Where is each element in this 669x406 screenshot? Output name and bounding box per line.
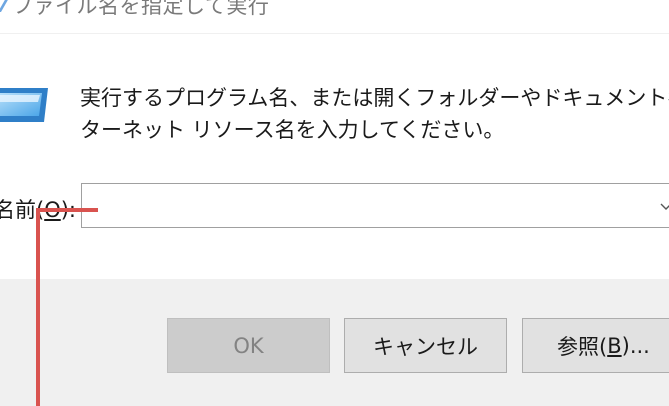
instruction-text: 実行するプログラム名、または開くフォルダーやドキュメント名、イン ターネット リ… [80, 82, 669, 146]
run-app-icon [0, 0, 10, 14]
run-dialog: ファイル名を指定して実行 実行するプログラム名、または開くフォルダーやドキュメン… [0, 0, 669, 406]
chevron-down-icon[interactable] [658, 198, 669, 214]
annotation-line-horizontal [36, 208, 98, 212]
browse-label-suffix: )... [621, 333, 650, 358]
browse-button[interactable]: 参照(B)... [522, 318, 669, 373]
ok-button[interactable]: OK [167, 318, 330, 373]
run-program-icon [0, 82, 52, 126]
instruction-line-2: ターネット リソース名を入力してください。 [80, 118, 505, 142]
name-input[interactable] [90, 184, 650, 227]
name-combobox[interactable] [81, 183, 669, 228]
title-bar: ファイル名を指定して実行 [0, 0, 669, 22]
window-title: ファイル名を指定して実行 [12, 0, 270, 18]
browse-label-accelerator: B [607, 333, 622, 358]
instruction-line-1: 実行するプログラム名、または開くフォルダーやドキュメント名、イン [80, 86, 669, 110]
annotation-line-vertical [36, 208, 40, 406]
title-separator [0, 33, 669, 34]
cancel-button[interactable]: キャンセル [344, 318, 507, 373]
browse-label-prefix: 参照( [557, 334, 608, 359]
